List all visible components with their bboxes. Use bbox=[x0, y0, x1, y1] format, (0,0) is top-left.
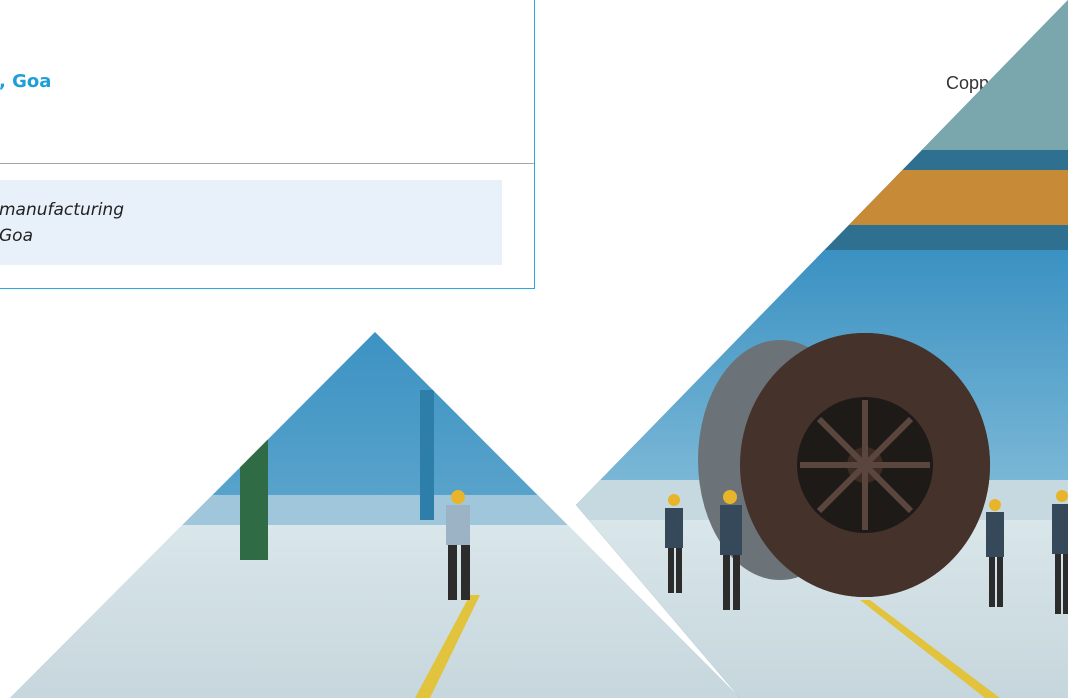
factory-photo-collage bbox=[10, 0, 1068, 698]
cable-drum-photo bbox=[576, 0, 1068, 698]
